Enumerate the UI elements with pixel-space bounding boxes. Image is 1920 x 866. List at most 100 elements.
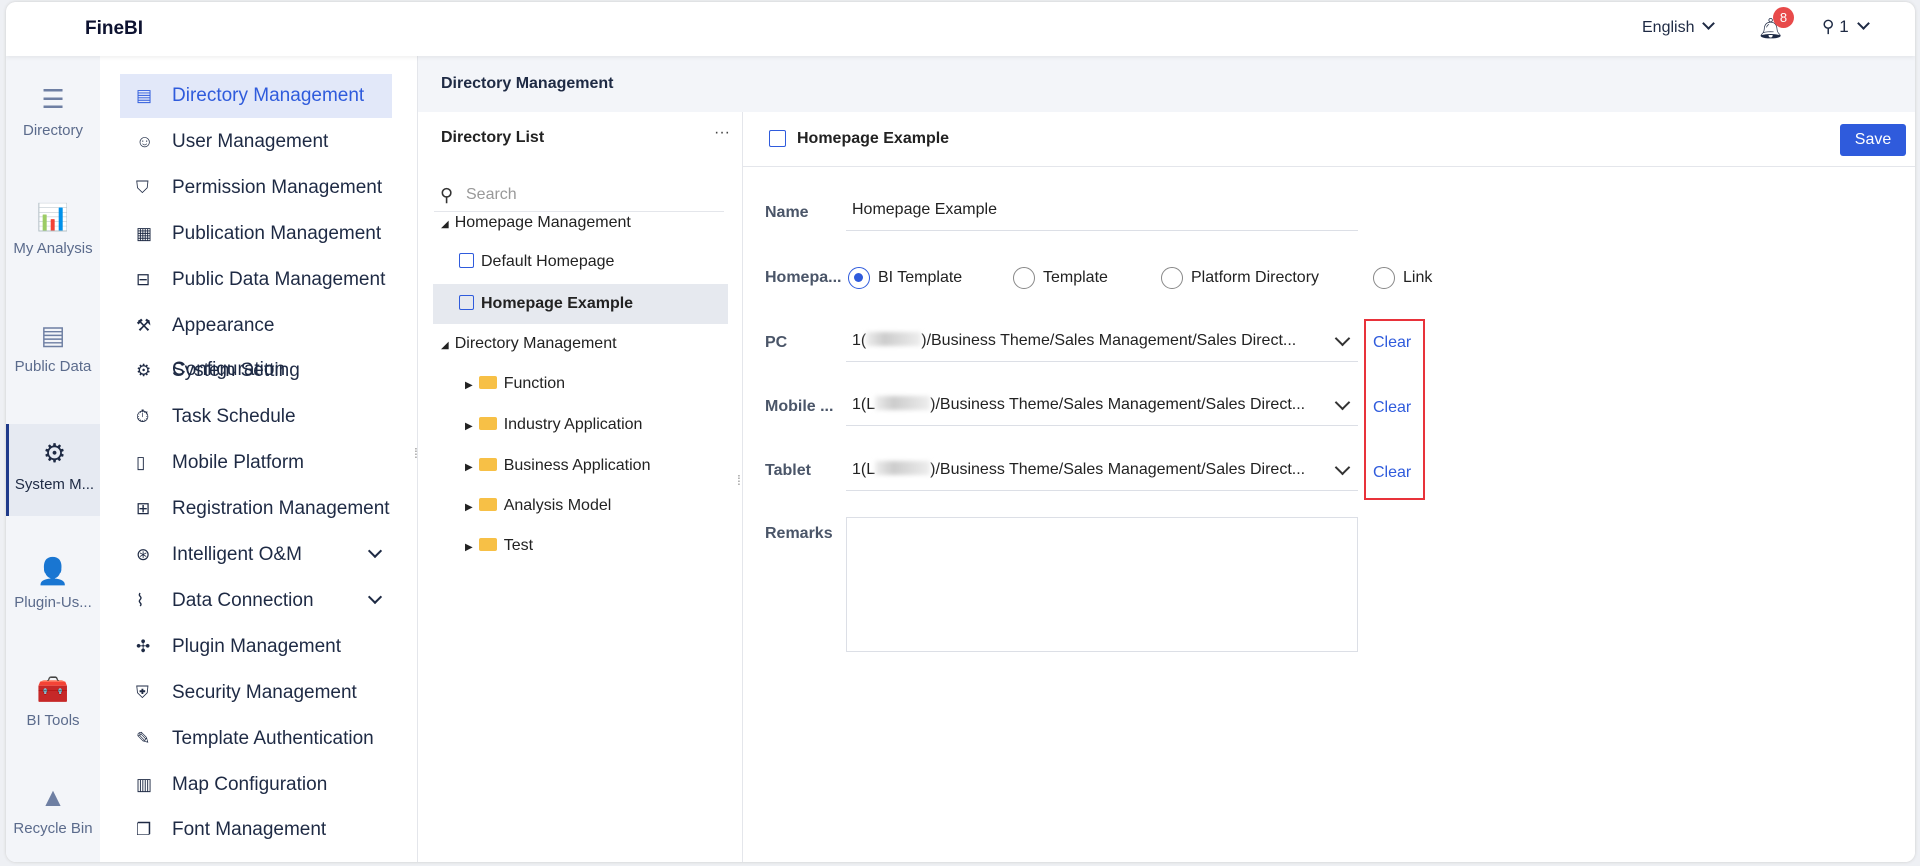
save-button[interactable]: Save <box>1840 124 1906 156</box>
left-rail: ☰ Directory 📊 My Analysis ▤ Public Data ⚙ Syste… <box>6 56 100 862</box>
pc-label: PC <box>765 334 788 351</box>
menu-label: Template Authentication <box>172 727 374 749</box>
plugin-user-icon: 👤 <box>36 556 70 586</box>
caret-right-icon[interactable]: ▶ <box>465 528 473 568</box>
mobile-icon: ▯ <box>136 453 146 473</box>
menu-item-mobile-platform[interactable]: ▯ Mobile Platform <box>120 441 392 485</box>
home-icon <box>459 253 474 268</box>
rail-item-bi-tools[interactable]: 🧰 BI Tools <box>6 660 100 740</box>
gear-icon: ⚙ <box>136 361 152 381</box>
tree-item[interactable]: ▶ Function <box>433 364 728 404</box>
caret-right-icon[interactable]: ▶ <box>465 448 473 488</box>
user-icon: ⚲ <box>1822 17 1835 36</box>
radio-template[interactable]: Template <box>1013 267 1108 289</box>
remarks-label: Remarks <box>765 525 833 542</box>
font-icon: ❐ <box>136 820 152 840</box>
name-input[interactable]: Homepage Example <box>846 195 1358 231</box>
language-selector[interactable]: English <box>1642 17 1716 37</box>
folder-icon <box>478 498 497 511</box>
menu-label: Public Data Management <box>172 268 386 290</box>
rail-label: Recycle Bin <box>13 820 93 837</box>
tree-item[interactable]: ◢ Directory Management <box>433 324 728 364</box>
analysis-icon: 📊 <box>36 202 70 232</box>
menu-item-plugin-management[interactable]: ✣ Plugin Management <box>120 625 392 669</box>
tree-item[interactable]: ◢ Homepage Management <box>433 203 728 243</box>
paperclip-icon: ⌇ <box>136 590 145 610</box>
radio-label: Template <box>1043 269 1108 286</box>
menu-label: Publication Management <box>172 222 382 244</box>
menu-item-template-authentication[interactable]: ✎ Template Authentication <box>120 717 392 761</box>
menu-item-user-management[interactable]: ☺ User Management <box>120 120 392 164</box>
chevron-down-icon[interactable] <box>367 543 383 559</box>
tree-item[interactable]: ▶ Business Application <box>433 446 728 486</box>
user-menu[interactable]: ⚲ 1 <box>1822 17 1870 37</box>
menu-label: Security Management <box>172 681 357 703</box>
mobile-select[interactable]: 1(L)/Business Theme/Sales Management/Sal… <box>846 390 1358 426</box>
rail-label: My Analysis <box>13 240 93 257</box>
tablet-select[interactable]: 1(L)/Business Theme/Sales Management/Sal… <box>846 455 1358 491</box>
menu-label: Intelligent O&M <box>172 544 302 565</box>
tree-label: Test <box>503 537 534 554</box>
menu-item-data-connection[interactable]: ⌇ Data Connection <box>120 579 392 623</box>
radio-platform-directory[interactable]: Platform Directory <box>1161 267 1319 289</box>
homepage-type-label: Homepa... <box>765 269 842 286</box>
chevron-down-icon[interactable] <box>367 589 383 604</box>
folder-icon <box>478 458 497 471</box>
rail-item-recycle-bin[interactable]: ▲ Recycle Bin <box>6 768 100 860</box>
tree-item[interactable]: ▶ Analysis Model <box>433 486 728 526</box>
paint-roller-icon: ⚒ <box>136 315 152 335</box>
caret-right-icon[interactable]: ▶ <box>465 366 473 406</box>
rail-item-directory[interactable]: ☰ Directory <box>6 70 100 162</box>
folder-icon <box>478 538 497 551</box>
tree-item[interactable]: Default Homepage <box>433 242 728 282</box>
tree-item[interactable]: ▶ Industry Application <box>433 405 728 445</box>
menu-item-intelligent-o-m[interactable]: ⊛ Intelligent O&M <box>120 533 392 577</box>
editor-title: Homepage Example <box>797 130 950 147</box>
chevron-down-icon <box>1702 17 1716 30</box>
more-options-icon[interactable]: ··· <box>714 124 730 142</box>
menu-label: Plugin Management <box>172 635 341 657</box>
menu-label: Directory Management <box>172 85 365 106</box>
menu-label: Font Management <box>172 819 327 841</box>
rail-label: BI Tools <box>26 712 80 729</box>
menu-item-map-configuration[interactable]: ▥ Map Configuration <box>120 763 392 807</box>
remarks-textarea[interactable] <box>846 517 1358 652</box>
tree-label: Default Homepage <box>481 253 615 270</box>
caret-down-icon[interactable]: ◢ <box>441 205 449 245</box>
radio-bi-template[interactable]: BI Template <box>848 267 962 289</box>
menu-label: Data Connection <box>172 589 314 611</box>
rail-item-my-analysis[interactable]: 📊 My Analysis <box>6 188 100 280</box>
menu-item-system-setting[interactable]: ⚙ System Setting <box>120 349 392 393</box>
menu-item-permission-management[interactable]: ⛉ Permission Management <box>120 166 392 210</box>
tablet-label: Tablet <box>765 462 811 479</box>
rail-item-plugin-us-[interactable]: 👤 Plugin-Us... <box>6 542 100 634</box>
menu-item-security-management[interactable]: ⛨ Security Management <box>120 671 392 715</box>
menu-item-directory-management[interactable]: ▤ Directory Management <box>120 74 392 118</box>
puzzle-icon: ✣ <box>136 636 151 656</box>
shield-icon: ⛨ <box>136 682 149 702</box>
rail-label: System M... <box>14 476 95 493</box>
menu-item-font-management[interactable]: ❐ Font Management <box>120 808 392 852</box>
resize-handle[interactable]: ⁞ <box>737 473 742 487</box>
caret-right-icon[interactable]: ▶ <box>465 488 473 528</box>
menu-label: Mobile Platform <box>172 452 304 474</box>
caret-right-icon[interactable]: ▶ <box>465 407 473 447</box>
pc-select[interactable]: 1()/Business Theme/Sales Management/Sale… <box>846 326 1358 362</box>
recycle-bin-icon: ▲ <box>40 782 66 812</box>
menu-item-registration-management[interactable]: ⊞ Registration Management <box>120 487 392 531</box>
tree-item[interactable]: ▶ Test <box>433 526 728 566</box>
menu-item-publication-management[interactable]: ▦ Publication Management <box>120 212 392 256</box>
menu-item-appearance-configuration[interactable]: ⚒ Appearance Configuration <box>120 304 392 380</box>
home-icon <box>769 130 786 147</box>
radio-link[interactable]: Link <box>1373 267 1432 289</box>
folder-icon <box>478 417 497 430</box>
public-data-icon: ⊟ <box>136 269 151 289</box>
tree-item[interactable]: Homepage Example <box>433 284 728 324</box>
chevron-down-icon <box>1334 330 1351 347</box>
rail-item-public-data[interactable]: ▤ Public Data <box>6 306 100 398</box>
menu-item-public-data-management[interactable]: ⊟ Public Data Management <box>120 258 392 302</box>
app-window: FineBI English 🔔︎ 8 ⚲ 1 ☰ Directory 📊 My An… <box>6 2 1915 862</box>
rail-item-system-m-[interactable]: ⚙ System M... <box>6 424 100 516</box>
caret-down-icon[interactable]: ◢ <box>441 326 449 366</box>
menu-item-task-schedule[interactable]: ⏱ Task Schedule <box>120 395 392 439</box>
